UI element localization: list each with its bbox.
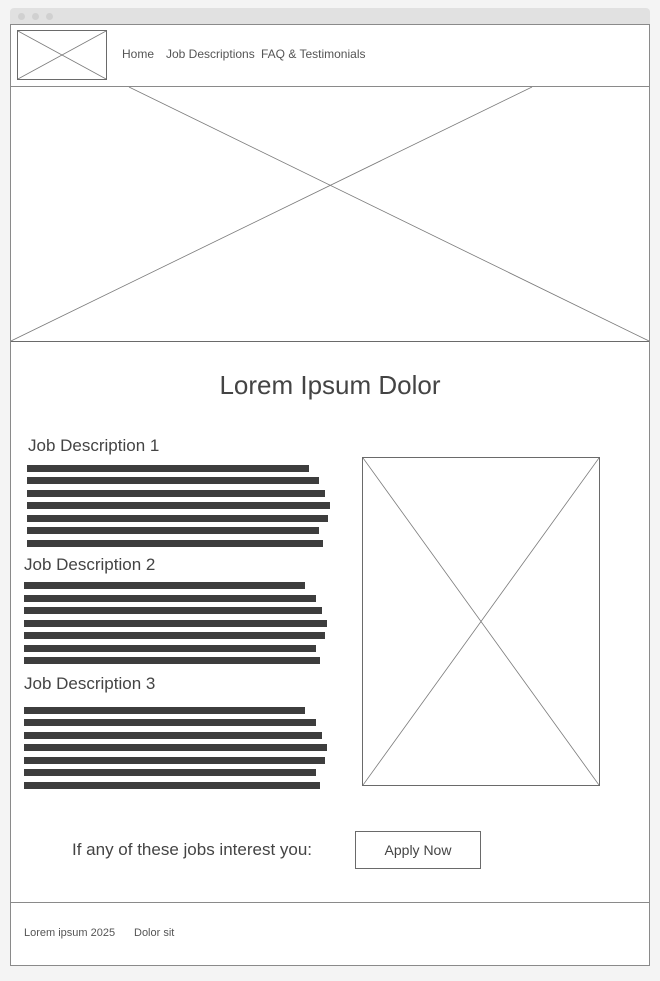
- site-footer: Lorem ipsum 2025 Dolor sit: [11, 902, 649, 965]
- text-line: [24, 620, 327, 627]
- text-line: [24, 657, 320, 664]
- text-line: [24, 607, 322, 614]
- text-line: [24, 632, 325, 639]
- text-line: [27, 502, 330, 509]
- nav-link-faq-testimonials[interactable]: FAQ & Testimonials: [261, 47, 365, 61]
- text-line: [24, 757, 325, 764]
- nav-link-job-descriptions[interactable]: Job Descriptions: [166, 47, 255, 61]
- side-image-placeholder: [362, 457, 600, 786]
- nav-link-home[interactable]: Home: [122, 47, 154, 61]
- text-line: [24, 769, 316, 776]
- footer-copyright: Lorem ipsum 2025: [24, 927, 116, 939]
- window-titlebar: [10, 8, 650, 24]
- text-line: [27, 527, 319, 534]
- page-canvas: Home Job Descriptions FAQ & Testimonials…: [10, 24, 650, 966]
- footer-link-dolor-sit[interactable]: Dolor sit: [134, 927, 174, 939]
- text-line: [27, 465, 309, 472]
- apply-now-button[interactable]: Apply Now: [355, 831, 481, 869]
- text-line: [24, 595, 316, 602]
- text-line: [24, 707, 305, 714]
- job-description-1-title: Job Description 1: [28, 436, 160, 455]
- cta-text: If any of these jobs interest you:: [72, 840, 313, 859]
- image-placeholder-icon: [11, 87, 649, 341]
- page-headline: Lorem Ipsum Dolor: [219, 370, 441, 400]
- text-line: [24, 645, 316, 652]
- text-line: [24, 719, 316, 726]
- text-line: [27, 477, 319, 484]
- text-line: [24, 582, 305, 589]
- job-description-2-title: Job Description 2: [24, 555, 156, 574]
- job-description-3-title: Job Description 3: [24, 674, 156, 693]
- logo-placeholder-image[interactable]: [17, 30, 107, 80]
- image-placeholder-icon: [363, 458, 599, 785]
- window-dot-icon: [46, 13, 53, 20]
- window-dot-icon: [32, 13, 39, 20]
- window-dot-icon: [18, 13, 25, 20]
- text-line: [27, 540, 323, 547]
- image-placeholder-icon: [18, 31, 106, 79]
- text-line: [24, 782, 320, 789]
- text-line: [24, 744, 327, 751]
- hero-image-placeholder: [11, 87, 649, 342]
- text-line: [27, 490, 325, 497]
- browser-window: Home Job Descriptions FAQ & Testimonials…: [10, 8, 650, 966]
- text-line: [27, 515, 328, 522]
- text-line: [24, 732, 322, 739]
- site-header: Home Job Descriptions FAQ & Testimonials: [11, 25, 649, 87]
